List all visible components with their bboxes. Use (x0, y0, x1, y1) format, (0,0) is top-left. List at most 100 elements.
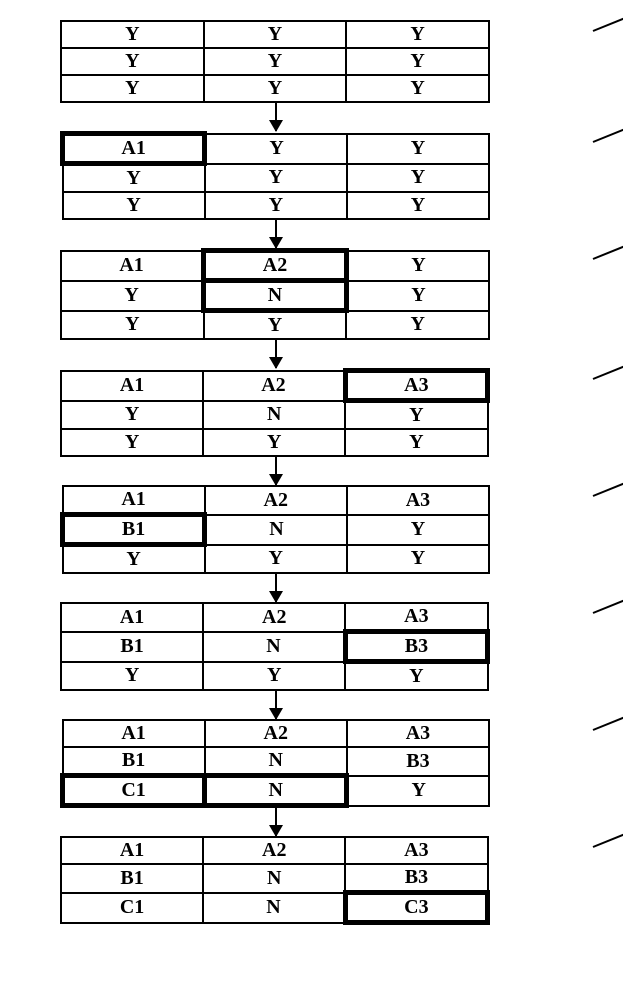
table-row: A1A2A3 (61, 837, 488, 864)
table-row: A1A2A3 (61, 603, 488, 632)
grid-cell: Y (205, 192, 347, 219)
state-grid: A1A2A3B1NB3C1NY (60, 719, 490, 808)
grid-cell: A2 (204, 251, 347, 281)
reference-leader: 202 (603, 123, 623, 163)
grid-cell: Y (63, 545, 205, 574)
grid-cell: N (204, 281, 347, 311)
table-row: B1NB3 (63, 747, 490, 776)
grid-cell: N (203, 864, 345, 893)
grid-cell: A2 (203, 371, 345, 401)
reference-leader: 205 (603, 477, 623, 517)
grid-cell: N (203, 632, 345, 662)
table-row: YYY (61, 311, 489, 340)
table-row: YYY (63, 164, 490, 193)
grid-cell: A2 (205, 486, 347, 515)
stage-203: A1A2YYNYYYY203 (40, 248, 603, 340)
table-row: YNY (61, 281, 489, 311)
arrow-down-icon (275, 103, 277, 131)
stage-202: A1YYYYYYYY202 (40, 131, 603, 220)
grid-cell: Y (63, 192, 205, 219)
grid-cell: A2 (205, 720, 347, 747)
table-row: C1NY (63, 776, 490, 806)
grid-cell: A3 (347, 720, 489, 747)
stage-204: A1A2A3YNYYYY204 (40, 368, 603, 457)
grid-cell: C1 (63, 776, 205, 806)
arrow-down-icon (275, 574, 277, 602)
grid-cell: Y (346, 48, 489, 75)
table-row: YYY (61, 21, 489, 48)
leader-line (593, 703, 623, 731)
leader-line (593, 115, 623, 143)
grid-cell: N (203, 401, 345, 430)
grid-cell: A1 (63, 486, 205, 515)
state-grid: A1YYYYYYYY (60, 131, 490, 220)
grid-cell: B3 (345, 632, 487, 662)
arrow-down-icon (275, 691, 277, 719)
arrow-down-icon (275, 457, 277, 485)
grid-cell: A1 (61, 837, 203, 864)
grid-cell: B1 (61, 864, 203, 893)
state-grid: A1A2A3YNYYYY (60, 368, 490, 457)
table-row: B1NB3 (61, 632, 488, 662)
grid-cell: N (205, 776, 347, 806)
grid-cell: B3 (345, 864, 487, 893)
grid-cell: Y (61, 401, 203, 430)
grid-cell: A1 (63, 720, 205, 747)
grid-cell: Y (346, 281, 489, 311)
grid-cell: A3 (345, 603, 487, 632)
grid-cell: N (203, 893, 345, 923)
grid-cell: Y (345, 429, 487, 456)
grid-cell: N (205, 747, 347, 776)
stage-205: A1A2A3B1NYYYY205 (40, 485, 603, 574)
stage-207: A1A2A3B1NB3C1NY207 (40, 719, 603, 808)
grid-cell: Y (345, 662, 487, 691)
grid-cell: Y (63, 164, 205, 193)
grid-cell: B3 (347, 747, 489, 776)
grid-cell: Y (61, 311, 204, 340)
grid-cell: B1 (63, 515, 205, 545)
leader-line (593, 586, 623, 614)
grid-cell: Y (203, 662, 345, 691)
grid-cell: Y (61, 75, 204, 102)
grid-cell: A3 (345, 371, 487, 401)
reference-leader: 204 (603, 360, 623, 400)
grid-cell: Y (203, 429, 345, 456)
table-row: A1YY (63, 134, 490, 164)
table-row: YYY (63, 192, 490, 219)
grid-cell: Y (61, 48, 204, 75)
reference-leader: 207 (603, 711, 623, 751)
table-row: YYY (63, 545, 490, 574)
table-row: YYY (61, 75, 489, 102)
stage-201: YYYYYYYYY201 (40, 20, 603, 103)
grid-cell: Y (347, 515, 489, 545)
stage-208: A1A2A3B1NB3C1NC3208 (40, 836, 603, 925)
grid-cell: Y (346, 311, 489, 340)
grid-cell: B1 (63, 747, 205, 776)
arrow-down-icon (275, 808, 277, 836)
grid-cell: Y (347, 192, 489, 219)
grid-cell: A1 (61, 371, 203, 401)
grid-cell: A1 (61, 251, 204, 281)
state-grid: YYYYYYYYY (60, 20, 490, 103)
arrow-down-icon (275, 220, 277, 248)
table-row: YYY (61, 48, 489, 75)
grid-cell: C3 (345, 893, 487, 923)
grid-cell: B1 (61, 632, 203, 662)
grid-cell: Y (346, 75, 489, 102)
grid-cell: A2 (203, 837, 345, 864)
state-grid: A1A2YYNYYYY (60, 248, 490, 340)
grid-cell: Y (205, 164, 347, 193)
leader-line (593, 820, 623, 848)
grid-cell: A3 (347, 486, 489, 515)
reference-leader: 203 (603, 240, 623, 280)
grid-cell: A2 (203, 603, 345, 632)
grid-cell: N (205, 515, 347, 545)
table-row: B1NY (63, 515, 490, 545)
grid-cell: Y (204, 75, 347, 102)
grid-cell: Y (205, 134, 347, 164)
table-row: C1NC3 (61, 893, 488, 923)
table-row: A1A2Y (61, 251, 489, 281)
table-row: YNY (61, 401, 488, 430)
table-row: A1A2A3 (61, 371, 488, 401)
state-grid: A1A2A3B1NB3YYY (60, 602, 490, 691)
